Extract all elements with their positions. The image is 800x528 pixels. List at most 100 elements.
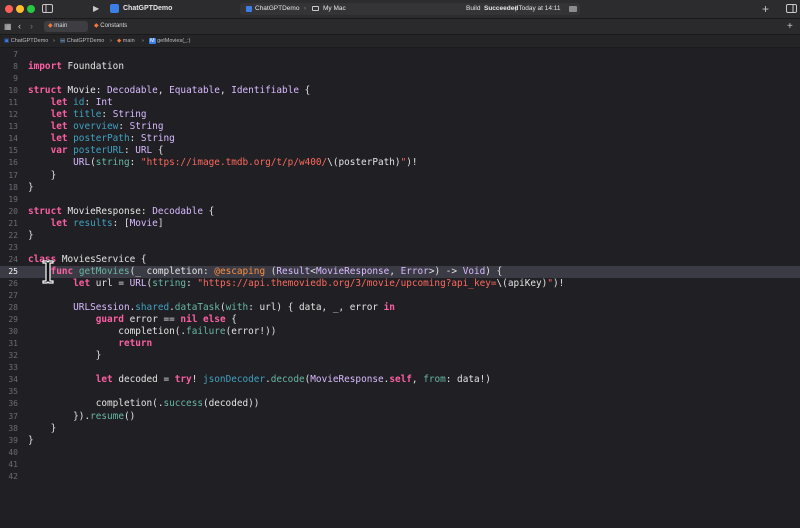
code-line[interactable]: 37 }).resume() xyxy=(0,411,800,423)
breadcrumb-separator: › xyxy=(53,38,55,44)
device-name[interactable]: My Mac xyxy=(323,3,346,15)
destination-name[interactable]: ChatGPTDemo xyxy=(255,3,299,15)
code-token: }). xyxy=(28,410,91,422)
code-line[interactable]: 17 } xyxy=(0,170,800,182)
code-line[interactable]: 31 return xyxy=(0,338,800,350)
line-number: 8 xyxy=(13,62,18,72)
run-icon[interactable]: ▶ xyxy=(93,0,99,18)
breadcrumb-project[interactable]: ▣ ChatGPTDemo xyxy=(4,35,48,47)
build-status-icon[interactable] xyxy=(569,6,577,12)
code-line[interactable]: 12 let title: String xyxy=(0,109,800,121)
code-line[interactable]: 38 } xyxy=(0,423,800,435)
code-line[interactable]: 22} xyxy=(0,230,800,242)
line-number: 9 xyxy=(13,74,18,84)
destination-mac-icon xyxy=(312,6,319,11)
code-line[interactable]: 29 guard error == nil else { xyxy=(0,314,800,326)
code-line[interactable]: 30 completion(.failure(error!)) xyxy=(0,326,800,338)
code-line[interactable]: 28 URLSession.shared.dataTask(with: url)… xyxy=(0,302,800,314)
sidebar-toggle-icon[interactable] xyxy=(42,0,53,18)
code-editor[interactable]: 7 8 import Foundation 9 10 struct Movie: Deco… xyxy=(0,48,800,528)
code-line[interactable]: 35 xyxy=(0,386,800,398)
code-token: Result xyxy=(276,265,311,277)
code-text: } xyxy=(28,435,34,447)
code-line[interactable]: 10 struct Movie: Decodable, Equatable, Id… xyxy=(0,85,800,97)
minimize-window-button[interactable] xyxy=(16,5,24,13)
line-number: 31 xyxy=(8,339,18,349)
status-time: | Today at 14:11 xyxy=(515,5,561,12)
line-number: 25 xyxy=(8,266,18,276)
code-line[interactable]: 9 xyxy=(0,73,800,85)
line-number: 28 xyxy=(8,303,18,313)
code-token: url = xyxy=(90,277,130,289)
add-tab-icon[interactable]: + xyxy=(787,19,793,34)
code-token: Error xyxy=(400,265,429,277)
folder-icon: ▤ xyxy=(60,38,66,44)
grid-icon[interactable]: ▦ xyxy=(4,19,12,34)
line-number: 15 xyxy=(8,146,18,156)
line-number: 17 xyxy=(8,170,18,180)
code-token: String xyxy=(140,133,175,145)
code-line[interactable]: 13 let overview: String xyxy=(0,121,800,133)
code-token: } xyxy=(28,229,34,241)
code-line[interactable]: 8 import Foundation xyxy=(0,61,800,73)
code-text: } xyxy=(28,230,34,242)
line-number: 24 xyxy=(8,254,18,264)
code-line[interactable]: 32 } xyxy=(0,350,800,362)
code-line[interactable]: 20 struct MovieResponse: Decodable { xyxy=(0,206,800,218)
code-text: let decoded = try! jsonDecoder.decode(Mo… xyxy=(28,374,491,386)
code-line[interactable]: 39} xyxy=(0,435,800,447)
code-line[interactable]: 15 var posterURL: URL { xyxy=(0,145,800,157)
code-line[interactable]: 11 let id: Int xyxy=(0,97,800,109)
inspector-toggle-icon[interactable] xyxy=(786,0,797,18)
breadcrumb-folder[interactable]: ▤ ChatGPTDemo xyxy=(60,35,104,47)
code-line[interactable]: 25 func getMovies(_ completion: @escapin… xyxy=(0,265,800,278)
code-line[interactable]: 41 xyxy=(0,459,800,471)
code-token: Int xyxy=(95,97,113,109)
library-plus-icon[interactable]: + xyxy=(762,0,769,18)
code-token: URL xyxy=(135,145,153,157)
line-number: 29 xyxy=(8,315,18,325)
code-line[interactable]: 34 let decoded = try! jsonDecoder.decode… xyxy=(0,374,800,386)
code-token: let xyxy=(50,97,74,109)
destination-separator: › xyxy=(304,5,307,12)
zoom-window-button[interactable] xyxy=(27,5,35,13)
breadcrumb-separator: › xyxy=(110,38,112,44)
code-token: : data!) xyxy=(445,374,491,386)
code-line[interactable]: 26 let url = URL(string: "https://api.th… xyxy=(0,278,800,290)
tab-bar: ▦ ‹ › ◆ main ◆ Constants + xyxy=(0,19,800,35)
breadcrumb-file[interactable]: ◆ main xyxy=(117,35,135,47)
tab-constants[interactable]: ◆ Constants xyxy=(90,21,150,32)
back-chevron-icon[interactable]: ‹ xyxy=(18,19,21,34)
code-line[interactable]: 19 xyxy=(0,194,800,206)
forward-chevron-icon[interactable]: › xyxy=(30,19,33,34)
code-line[interactable]: 33 xyxy=(0,362,800,374)
code-line[interactable]: 23 xyxy=(0,242,800,254)
line-number: 39 xyxy=(8,435,18,445)
line-number: 22 xyxy=(8,230,18,240)
breadcrumb-symbol[interactable]: M getMovies(_:) xyxy=(149,35,190,47)
code-line[interactable]: 40 xyxy=(0,447,800,459)
code-line[interactable]: 18} xyxy=(0,182,800,194)
code-text: } xyxy=(28,350,102,362)
scheme-name[interactable]: ChatGPTDemo xyxy=(123,0,172,18)
code-text: let results: [Movie] xyxy=(28,218,164,230)
code-text: var posterURL: URL { xyxy=(28,145,164,157)
code-line[interactable]: 7 xyxy=(0,49,800,61)
code-line[interactable]: 27 xyxy=(0,290,800,302)
code-token: , xyxy=(157,85,170,97)
code-line[interactable]: 14 let posterPath: String xyxy=(0,133,800,145)
code-line[interactable]: 21 let results: [Movie] xyxy=(0,218,800,230)
close-window-button[interactable] xyxy=(5,5,13,13)
code-line[interactable]: 36 completion(.success(decoded)) xyxy=(0,398,800,410)
code-line[interactable]: 42 xyxy=(0,471,800,483)
code-line[interactable]: 16 URL(string: "https://image.tmdb.org/t… xyxy=(0,157,800,169)
tab-main[interactable]: ◆ main xyxy=(44,21,88,32)
code-token: () xyxy=(123,410,136,422)
code-token: let xyxy=(73,277,91,289)
code-line[interactable]: 24 class MoviesService { xyxy=(0,254,800,266)
